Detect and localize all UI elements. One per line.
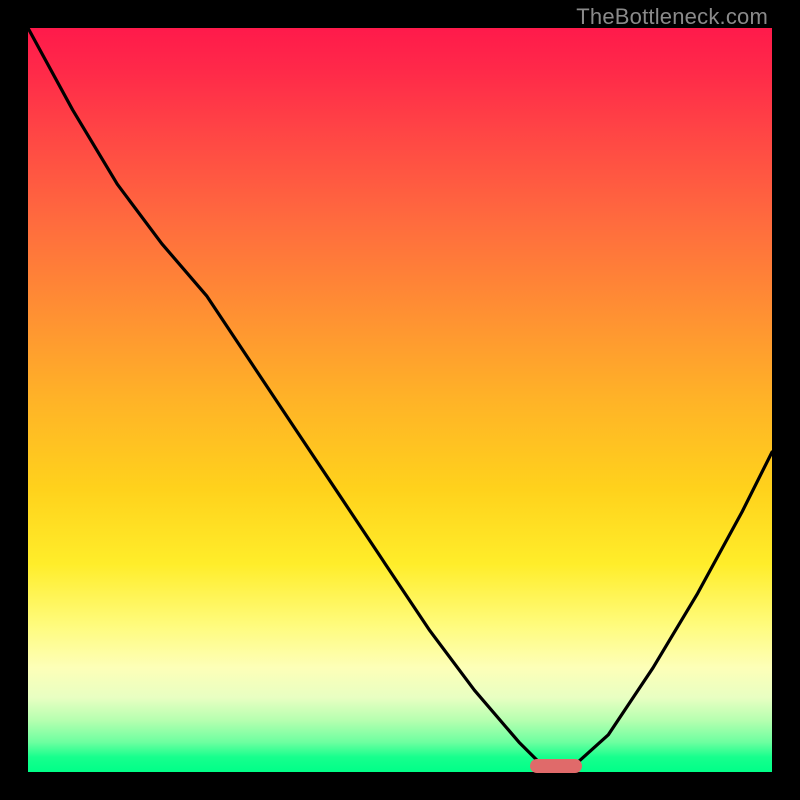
- chart-frame: [28, 28, 772, 772]
- bottleneck-curve: [28, 28, 772, 768]
- optimal-point-marker: [530, 759, 582, 773]
- chart-curve-svg: [28, 28, 772, 772]
- watermark-text: TheBottleneck.com: [576, 4, 768, 30]
